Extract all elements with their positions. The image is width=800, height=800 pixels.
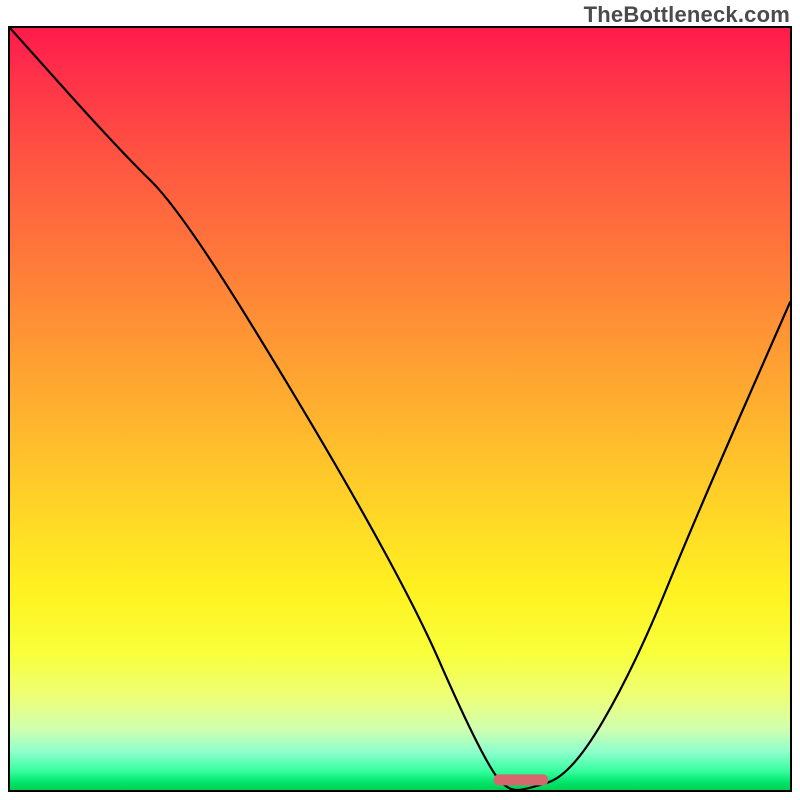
bottleneck-curve [10, 28, 790, 790]
optimal-marker [494, 774, 549, 785]
chart-svg [10, 28, 790, 790]
chart-frame [8, 26, 792, 792]
watermark-text: TheBottleneck.com [584, 2, 790, 28]
